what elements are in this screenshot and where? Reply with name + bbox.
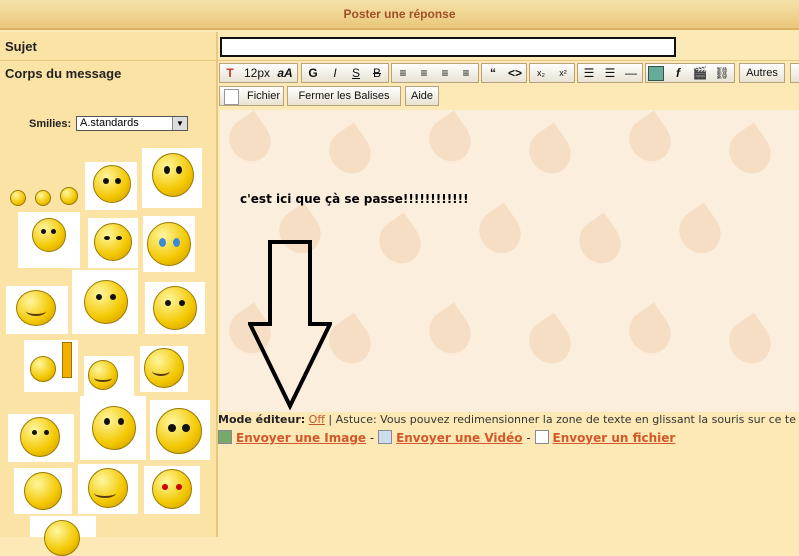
smiley-tile[interactable] — [6, 286, 68, 334]
send-image-link[interactable]: Envoyer une Image — [236, 431, 366, 445]
superscript-icon[interactable]: x² — [554, 65, 572, 81]
toolbar-more-button[interactable] — [790, 63, 799, 83]
format-group: G I S B — [301, 63, 389, 83]
media-group: f 🎬 ⛓ — [645, 63, 735, 83]
align-group: ≡ ≡ ≡ ≡ — [391, 63, 479, 83]
align-justify-icon[interactable]: ≡ — [457, 65, 475, 81]
subject-input[interactable] — [220, 37, 676, 57]
editor-mode-bar: Mode éditeur: Off | Astuce: Vous pouvez … — [218, 413, 799, 426]
separator: - — [369, 431, 375, 445]
italic-button[interactable]: I — [326, 65, 344, 81]
smilies-label: Smilies: — [29, 118, 72, 130]
smilies-selected: A.standards — [80, 117, 139, 129]
file-icon — [534, 430, 549, 444]
smiley-tile[interactable] — [72, 270, 138, 334]
code-icon[interactable]: <> — [506, 65, 524, 81]
smiley-tile[interactable] — [143, 216, 195, 272]
bold-button[interactable]: G — [304, 65, 322, 81]
font-family-icon[interactable]: aA — [276, 65, 294, 81]
quote-group: “ <> — [481, 63, 527, 83]
editor-mode-toggle[interactable]: Off — [309, 413, 325, 426]
smiley-tile[interactable] — [85, 162, 137, 210]
fichier-button[interactable]: Fichier — [219, 86, 284, 106]
editor-toolbar: T 12px aA G I S B ≡ ≡ ≡ ≡ “ <> x₂ x² ☰ ☰… — [219, 63, 799, 85]
autres-button[interactable]: Autres — [739, 63, 785, 83]
smiley-tile[interactable] — [142, 148, 202, 208]
subscript-icon[interactable]: x₂ — [532, 65, 550, 81]
smiley-tile[interactable] — [88, 218, 138, 268]
numbered-list-icon[interactable]: ☰ — [601, 65, 619, 81]
quote-icon[interactable]: “ — [484, 65, 502, 81]
smiley-tile[interactable] — [140, 346, 188, 392]
page-title: Poster une réponse — [343, 7, 456, 21]
text-color-icon[interactable]: T — [221, 65, 239, 81]
font-group: T 12px aA — [219, 63, 298, 83]
fermer-balises-button[interactable]: Fermer les Balises — [287, 86, 401, 106]
chevron-down-icon: ▼ — [172, 117, 187, 130]
video-icon[interactable]: 🎬 — [691, 65, 709, 81]
align-center-icon[interactable]: ≡ — [415, 65, 433, 81]
smiley-tile[interactable] — [144, 466, 200, 514]
link-icon[interactable]: ⛓ — [713, 65, 731, 81]
send-file-link[interactable]: Envoyer un fichier — [553, 431, 676, 445]
body-label: Corps du message — [5, 66, 122, 81]
video-icon — [378, 430, 393, 444]
script-group: x₂ x² — [529, 63, 575, 83]
align-left-icon[interactable]: ≡ — [394, 65, 412, 81]
smiley-sad[interactable] — [10, 190, 26, 206]
bullet-list-icon[interactable]: ☰ — [580, 65, 598, 81]
align-right-icon[interactable]: ≡ — [436, 65, 454, 81]
smiley-tongue[interactable] — [35, 190, 51, 206]
smilies-select[interactable]: A.standards ▼ — [76, 116, 188, 131]
fichier-label: Fichier — [246, 90, 280, 102]
title-bar: Poster une réponse — [0, 0, 799, 30]
smiley-tile[interactable] — [8, 414, 74, 462]
flash-icon[interactable]: f — [669, 65, 687, 81]
smiley-tile[interactable] — [145, 282, 205, 334]
strike-button[interactable]: B — [368, 65, 386, 81]
subject-label: Sujet — [5, 39, 37, 54]
image-icon — [218, 430, 232, 444]
hr-icon[interactable]: — — [622, 65, 640, 81]
editor-mode-label: Mode éditeur: — [218, 413, 306, 426]
editor-content: c'est ici que çà se passe!!!!!!!!!!!! — [240, 192, 469, 206]
separator: - — [526, 431, 531, 445]
image-icon[interactable] — [648, 66, 664, 81]
smiley-tile[interactable] — [150, 400, 210, 460]
smiley-tile[interactable] — [78, 464, 138, 514]
smiley-tile[interactable] — [84, 356, 134, 396]
smiley-tile[interactable] — [30, 516, 96, 556]
font-size-select[interactable]: 12px — [242, 65, 272, 81]
upload-links: Envoyer une Image - Envoyer une Vidéo - … — [218, 430, 675, 445]
smiley-tile[interactable] — [24, 340, 78, 392]
send-video-link[interactable]: Envoyer une Vidéo — [396, 431, 522, 445]
aide-button[interactable]: Aide — [405, 86, 439, 106]
file-icon — [224, 89, 239, 105]
smiley-halo[interactable] — [60, 187, 78, 205]
editor-tip: | Astuce: Vous pouvez redimensionner la … — [328, 413, 797, 426]
underline-button[interactable]: S — [347, 65, 365, 81]
smiley-tile[interactable] — [14, 468, 72, 514]
list-group: ☰ ☰ — — [577, 63, 643, 83]
smiley-tile[interactable] — [18, 212, 80, 268]
smiley-tile[interactable] — [80, 396, 146, 460]
arrow-down-icon — [248, 240, 332, 410]
